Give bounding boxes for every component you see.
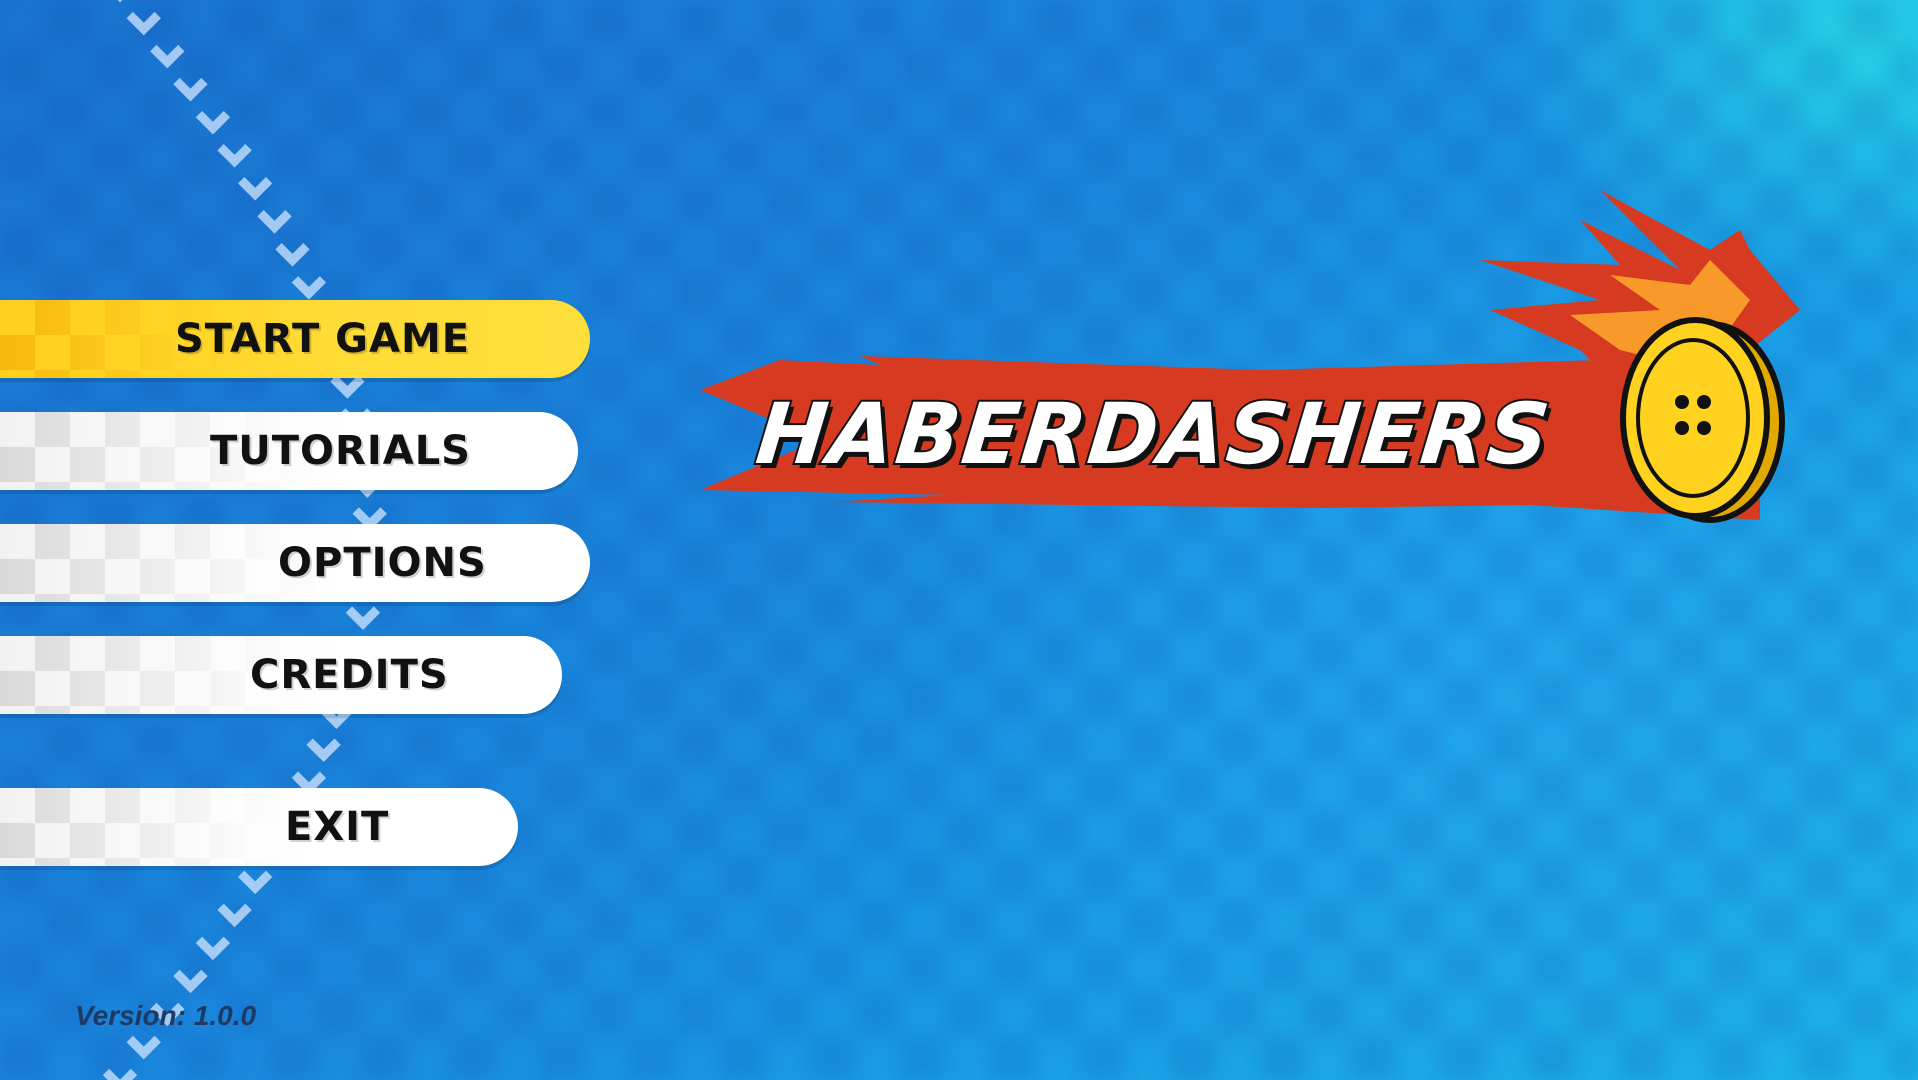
credits-label: CREDITS — [250, 652, 449, 698]
tutorials-label: TUTORIALS — [210, 428, 471, 474]
version-label: Version: 1.0.0 — [75, 1000, 257, 1031]
tutorials-button[interactable]: TUTORIALS — [0, 412, 578, 490]
credits-button[interactable]: CREDITS — [0, 636, 562, 714]
start-game-label: START GAME — [175, 316, 471, 362]
start-game-button[interactable]: START GAME — [0, 300, 590, 378]
exit-button[interactable]: EXIT — [0, 788, 518, 866]
button-coin-icon — [1620, 317, 1785, 523]
options-label: OPTIONS — [278, 540, 487, 586]
exit-label: EXIT — [285, 804, 390, 850]
options-button[interactable]: OPTIONS — [0, 524, 590, 602]
game-title: HABERDASHERS — [750, 383, 1558, 485]
